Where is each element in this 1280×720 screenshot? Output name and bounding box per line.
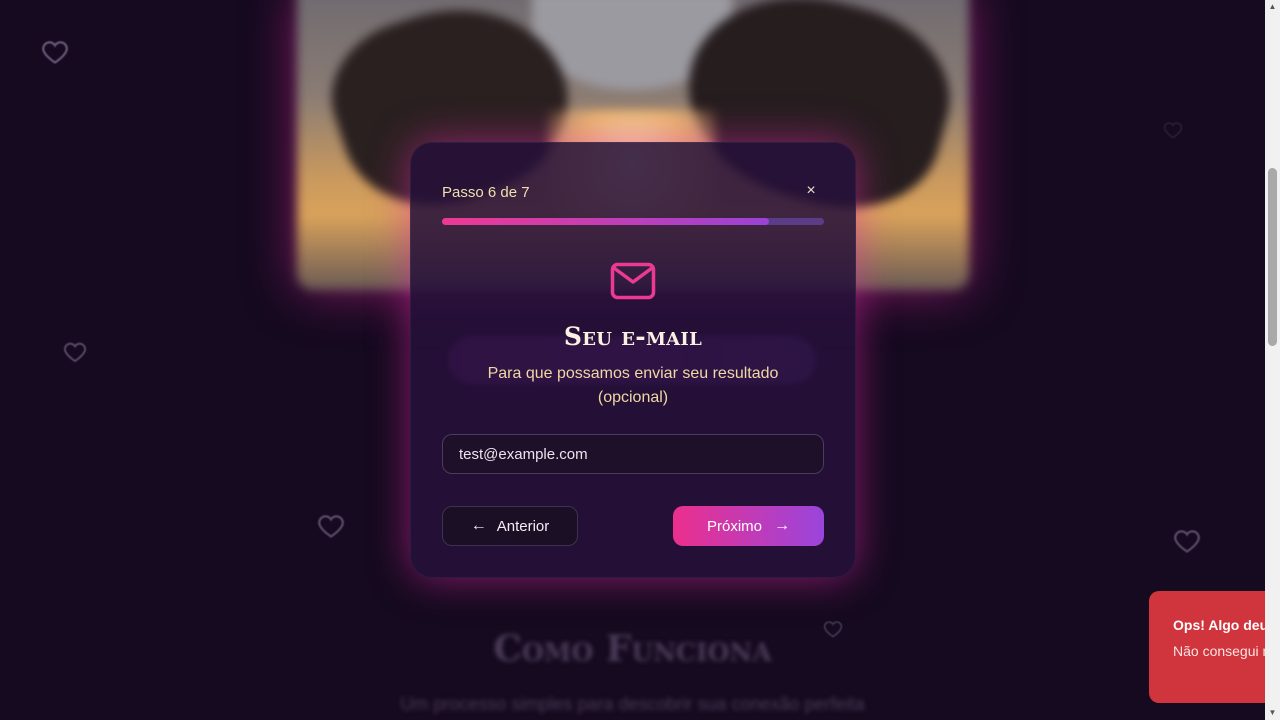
heart-icon <box>40 38 70 66</box>
section-subtitle: Um processo simples para descobrir sua c… <box>400 694 865 714</box>
modal-title: Seu e-mail <box>563 322 703 351</box>
close-button[interactable]: × <box>802 182 820 200</box>
modal-subtitle: Para que possamos enviar seu resultado (… <box>487 365 779 406</box>
quiz-modal: Passo 6 de 7 × Seu e-mail Para que possa… <box>410 142 856 578</box>
scrollbar-thumb[interactable] <box>1268 168 1277 346</box>
progress-bar-fill <box>442 218 770 225</box>
heart-icon <box>1172 527 1202 555</box>
heart-icon <box>62 340 88 364</box>
toast-message: Não consegui momento. Ten <box>1173 643 1280 659</box>
heart-icon <box>822 619 844 639</box>
error-toast[interactable]: Ops! Algo deu Não consegui momento. Ten <box>1149 591 1280 703</box>
heart-icon <box>1162 120 1184 140</box>
previous-button-label: Anterior <box>496 517 550 535</box>
scroll-down-icon[interactable]: ▼ <box>1265 706 1280 720</box>
email-field[interactable] <box>442 434 824 474</box>
toast-title: Ops! Algo deu <box>1173 617 1269 633</box>
arrow-right-icon: → <box>774 517 790 534</box>
next-button-label: Próximo <box>706 517 762 535</box>
previous-button[interactable]: ← Anterior <box>442 506 578 546</box>
heart-icon <box>316 512 346 540</box>
scrollbar[interactable]: ▲ ▼ <box>1265 0 1280 720</box>
arrow-left-icon: ← <box>470 517 487 534</box>
scroll-up-icon[interactable]: ▲ <box>1265 0 1280 14</box>
step-label: Passo 6 de 7 <box>442 184 530 201</box>
progress-bar <box>442 218 824 225</box>
next-button[interactable]: Próximo → <box>673 506 824 546</box>
mail-icon <box>610 262 656 300</box>
section-title: Como Funciona <box>493 628 772 670</box>
